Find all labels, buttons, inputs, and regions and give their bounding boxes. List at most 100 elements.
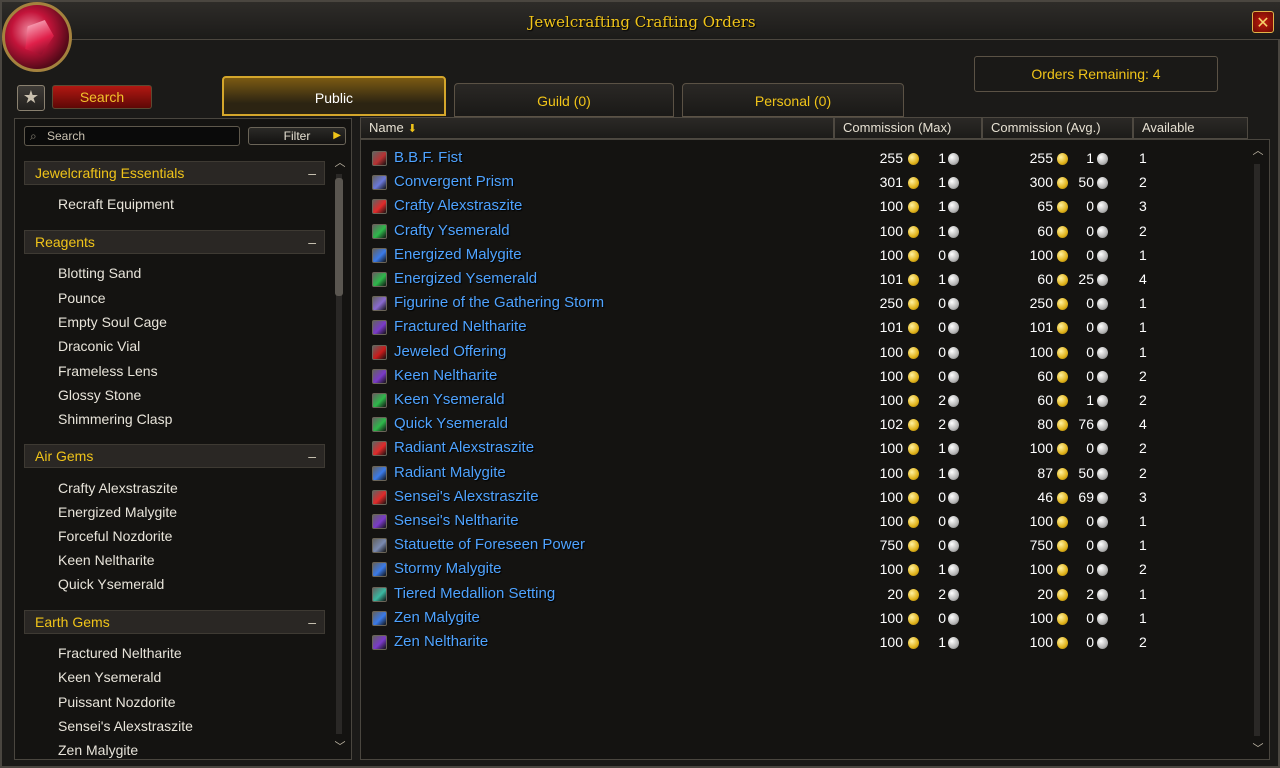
- table-row[interactable]: Jeweled Offering 100 0 100 0 1: [372, 343, 1262, 363]
- category-item[interactable]: Recraft Equipment: [58, 196, 174, 212]
- tab-personal[interactable]: Personal (0): [682, 83, 904, 117]
- item-gem-icon: [372, 538, 387, 554]
- category-item[interactable]: Puissant Nozdorite: [58, 694, 176, 710]
- category-item[interactable]: Crafty Alexstraszite: [58, 480, 178, 496]
- sidebar-scrollbar[interactable]: ︿ ﹀: [333, 154, 347, 754]
- category-item[interactable]: Draconic Vial: [58, 338, 140, 354]
- category-item[interactable]: Forceful Nozdorite: [58, 528, 172, 544]
- collapse-icon[interactable]: –: [308, 231, 316, 253]
- table-row[interactable]: Convergent Prism 301 1 300 50 2: [372, 173, 1262, 193]
- table-row[interactable]: Crafty Ysemerald 100 1 60 0 2: [372, 222, 1262, 242]
- available-count: 1: [1139, 537, 1147, 554]
- title-bar[interactable]: Jewelcrafting Crafting Orders ✕: [2, 2, 1280, 40]
- silver-coin-icon: [948, 588, 959, 601]
- tab-public[interactable]: Public: [222, 76, 446, 116]
- table-row[interactable]: Crafty Alexstraszite 100 1 65 0 3: [372, 197, 1262, 217]
- gold-coin-icon: [908, 540, 919, 553]
- item-name: Fractured Neltharite: [394, 318, 527, 336]
- table-row[interactable]: Fractured Neltharite 101 0 101 0 1: [372, 318, 1262, 338]
- gold-coin-icon: [908, 612, 919, 625]
- scroll-track[interactable]: [1254, 164, 1260, 736]
- commission-max-gold: 100: [879, 561, 903, 578]
- silver-coin-icon: [1097, 491, 1108, 504]
- table-row[interactable]: Sensei's Alexstraszite 100 0 46 69 3: [372, 488, 1262, 508]
- commission-avg-gold: 100: [1029, 609, 1053, 626]
- table-row[interactable]: Energized Malygite 100 0 100 0 1: [372, 246, 1262, 266]
- collapse-icon[interactable]: –: [308, 162, 316, 184]
- search-button[interactable]: Search: [52, 85, 152, 109]
- gold-coin-icon: [1057, 419, 1068, 432]
- category-header-earth-gems[interactable]: Earth Gems –: [24, 610, 325, 634]
- category-item[interactable]: Sensei's Alexstraszite: [58, 718, 193, 734]
- table-row[interactable]: Sensei's Neltharite 100 0 100 0 1: [372, 512, 1262, 532]
- silver-coin-icon: [948, 274, 959, 286]
- available-count: 4: [1139, 271, 1147, 287]
- gold-coin-icon: [908, 419, 919, 432]
- search-input[interactable]: Search: [24, 126, 240, 146]
- table-row[interactable]: Energized Ysemerald 101 1 60 25 4: [372, 270, 1262, 290]
- gold-coin-icon: [908, 322, 919, 335]
- tab-guild[interactable]: Guild (0): [454, 83, 674, 117]
- collapse-icon[interactable]: –: [308, 445, 316, 467]
- table-row[interactable]: Quick Ysemerald 102 2 80 76 4: [372, 415, 1262, 435]
- category-header-reagents[interactable]: Reagents –: [24, 230, 325, 254]
- category-item[interactable]: Keen Neltharite: [58, 552, 155, 568]
- filter-button[interactable]: Filter ▶: [248, 127, 346, 145]
- commission-avg-silver: 0: [1086, 609, 1094, 626]
- category-item[interactable]: Frameless Lens: [58, 363, 158, 379]
- column-header-available[interactable]: Available: [1133, 117, 1248, 139]
- item-name: Energized Ysemerald: [394, 270, 538, 287]
- commission-max-gold: 101: [879, 271, 903, 287]
- scroll-down-icon[interactable]: ﹀: [333, 738, 347, 754]
- commission-avg-gold: 87: [1037, 464, 1053, 481]
- table-row[interactable]: Keen Ysemerald 100 2 60 1 2: [372, 391, 1262, 411]
- scroll-up-icon[interactable]: ︿: [1251, 142, 1265, 158]
- scroll-down-icon[interactable]: ﹀: [1251, 740, 1265, 756]
- silver-coin-icon: [948, 225, 959, 238]
- table-row[interactable]: Zen Malygite 100 0 100 0 1: [372, 609, 1262, 629]
- commission-max-silver: 0: [938, 295, 946, 312]
- table-row[interactable]: Zen Neltharite 100 1 100 0 2: [372, 633, 1262, 653]
- close-button[interactable]: ✕: [1252, 11, 1274, 33]
- category-item[interactable]: Zen Malygite: [58, 742, 138, 758]
- table-row[interactable]: Radiant Alexstraszite 100 1 100 0 2: [372, 439, 1262, 459]
- filter-label: Filter: [283, 129, 311, 143]
- item-name: Crafty Alexstraszite: [394, 197, 523, 215]
- category-item[interactable]: Keen Ysemerald: [58, 669, 161, 685]
- table-row[interactable]: Radiant Malygite 100 1 87 50 2: [372, 464, 1262, 484]
- scroll-up-icon[interactable]: ︿: [333, 154, 347, 170]
- category-item[interactable]: Quick Ysemerald: [58, 576, 164, 592]
- column-header-name[interactable]: Name ⬇: [360, 117, 834, 139]
- available-count: 2: [1139, 367, 1147, 384]
- gold-coin-icon: [1057, 249, 1068, 262]
- category-item[interactable]: Blotting Sand: [58, 265, 141, 281]
- category-item[interactable]: Fractured Neltharite: [58, 645, 182, 661]
- commission-max-silver: 2: [938, 416, 946, 433]
- favorites-button[interactable]: ★: [17, 85, 45, 111]
- table-row[interactable]: Statuette of Foreseen Power 750 0 750 0 1: [372, 536, 1262, 556]
- commission-avg-gold: 101: [1029, 319, 1053, 336]
- crafting-orders-window: Jewelcrafting Crafting Orders ✕ ★ Search…: [0, 0, 1280, 768]
- orders-scrollbar[interactable]: ︿ ﹀: [1251, 142, 1265, 758]
- silver-coin-icon: [948, 419, 959, 432]
- category-item[interactable]: Pounce: [58, 290, 105, 306]
- column-header-commission-avg[interactable]: Commission (Avg.): [982, 117, 1133, 139]
- category-item[interactable]: Shimmering Clasp: [58, 411, 172, 427]
- item-name: Tiered Medallion Setting: [394, 584, 556, 602]
- category-item[interactable]: Empty Soul Cage: [58, 314, 167, 330]
- silver-coin-icon: [948, 443, 959, 456]
- table-row[interactable]: Tiered Medallion Setting 20 2 20 2 1: [372, 585, 1262, 605]
- commission-max-silver: 1: [938, 198, 946, 215]
- table-row[interactable]: Keen Neltharite 100 0 60 0 2: [372, 367, 1262, 387]
- table-row[interactable]: Stormy Malygite 100 1 100 0 2: [372, 560, 1262, 580]
- category-item[interactable]: Glossy Stone: [58, 387, 141, 403]
- category-header-essentials[interactable]: Jewelcrafting Essentials –: [24, 161, 325, 185]
- commission-avg-silver: 0: [1086, 440, 1094, 457]
- collapse-icon[interactable]: –: [308, 611, 316, 633]
- table-row[interactable]: B.B.F. Fist 255 1 255 1 1: [372, 149, 1262, 169]
- category-header-air-gems[interactable]: Air Gems –: [24, 444, 325, 468]
- table-row[interactable]: Figurine of the Gathering Storm 250 0 250 0 1: [372, 294, 1262, 314]
- column-header-commission-max[interactable]: Commission (Max): [834, 117, 982, 139]
- scroll-thumb[interactable]: [335, 178, 343, 296]
- category-item[interactable]: Energized Malygite: [58, 504, 177, 520]
